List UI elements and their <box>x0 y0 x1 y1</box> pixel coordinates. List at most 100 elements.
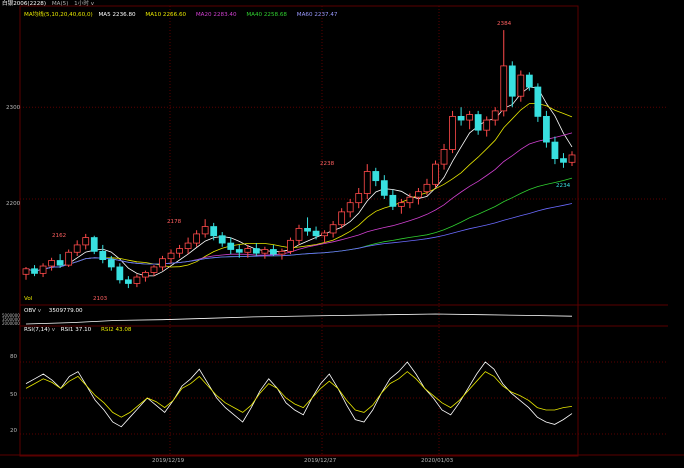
rsi-legend[interactable]: RSI(7,14) v RSI1 37.10 RSI2 43.08 <box>24 327 131 334</box>
price-axis-2200: 2200 <box>6 201 21 207</box>
candle-body <box>287 239 294 252</box>
date-label-3: 2020/01/03 <box>421 458 454 464</box>
ma5-line <box>25 86 573 277</box>
annotation-low-2234: 2234 <box>556 183 571 189</box>
candle-body <box>218 235 226 244</box>
rsi1-value: RSI1 37.10 <box>60 327 92 333</box>
candle-body <box>440 149 448 165</box>
obv-line <box>25 313 573 325</box>
candle-body <box>82 237 90 246</box>
candle-body <box>278 250 286 255</box>
rsi-label: RSI(7,14) <box>24 327 50 333</box>
annotation-high-2178: 2178 <box>167 219 182 225</box>
chevron-down-icon: v <box>37 308 41 314</box>
candle-body <box>99 250 107 261</box>
annotation-high-2238: 2238 <box>320 161 335 167</box>
ma40-line <box>25 177 573 272</box>
rsi2-value: RSI2 43.08 <box>101 327 132 333</box>
rsi-axis-50: 50 <box>10 392 18 398</box>
candle-body <box>261 249 269 254</box>
candle-body <box>270 249 277 255</box>
date-label-1: 2019/12/19 <box>152 458 185 464</box>
obv-label: OBV <box>24 308 36 314</box>
candle-body <box>116 266 124 281</box>
candle-body <box>466 114 474 121</box>
chevron-down-icon: v <box>51 327 56 333</box>
candle-body <box>176 248 183 254</box>
annotation-high-2384: 2384 <box>497 21 512 27</box>
candle-body <box>304 227 311 232</box>
candle-body <box>346 202 354 213</box>
candle-body <box>133 276 141 284</box>
candle-body <box>227 242 235 250</box>
candle-body <box>295 227 303 241</box>
rsi2-line <box>25 371 573 418</box>
candle-body <box>90 237 98 252</box>
candle-body <box>517 74 525 97</box>
ma40-value: MA40 2258.68 <box>246 12 287 18</box>
ma5-value: MA5 2236.80 <box>98 12 136 18</box>
rsi-axis-20: 20 <box>10 428 18 434</box>
symbol-selector[interactable]: 白银2006(2228) MA(5) 1小时 v <box>2 1 94 8</box>
price-axis-2300: 2300 <box>6 105 21 111</box>
candle-body <box>107 259 115 268</box>
period-label: 1小时 <box>74 1 89 7</box>
candle-body <box>48 260 55 267</box>
candle-body <box>312 230 320 237</box>
candle-body <box>397 202 405 207</box>
candle-body <box>201 226 209 235</box>
annotation-high-2162: 2162 <box>52 233 67 239</box>
ma20-value: MA20 2283.40 <box>195 12 237 18</box>
candle-body <box>372 171 380 182</box>
candle-body <box>355 193 363 204</box>
rsi-axis-80: 80 <box>10 354 18 360</box>
candle-body <box>491 110 499 121</box>
candle-body <box>543 115 550 143</box>
rsi1-line <box>25 361 573 428</box>
candle-body <box>389 194 397 207</box>
candle-body <box>124 279 132 284</box>
candle-body <box>423 183 431 193</box>
candle-body <box>560 158 567 163</box>
candle-body <box>568 154 576 163</box>
candle-body <box>534 86 542 117</box>
candle-body <box>73 244 81 253</box>
candle-body <box>474 114 482 131</box>
obv-value: 3509779.00 <box>48 308 83 314</box>
chart-canvas[interactable] <box>0 0 684 468</box>
candle-body <box>159 258 166 268</box>
candle-body <box>329 224 337 234</box>
candle-body <box>167 252 175 260</box>
candle-body <box>31 268 38 274</box>
candle-body <box>483 119 491 131</box>
candle-body <box>457 115 465 121</box>
candle-body <box>65 251 73 266</box>
candle-body <box>321 232 328 237</box>
candle-body <box>22 268 30 275</box>
chevron-down-icon: v <box>90 1 95 7</box>
ma60-value: MA60 2237.47 <box>296 12 338 18</box>
obv-axis-bot: 2000000 <box>2 321 20 326</box>
candle-body <box>244 248 252 253</box>
candle-body <box>338 211 346 226</box>
candle-body <box>449 115 456 150</box>
candle-body <box>142 272 149 278</box>
candle-body <box>500 65 508 112</box>
candle-body <box>252 248 260 254</box>
candle-body <box>56 260 64 266</box>
ma-legend[interactable]: MA均线(5,10,20,40,60,0) MA5 2236.80 MA10 2… <box>24 12 337 19</box>
ma10-line <box>25 103 573 272</box>
candle-body <box>150 266 158 273</box>
indicator-label: MA(5) <box>51 1 69 7</box>
candle-body <box>184 242 192 249</box>
ma-legend-title: MA均线(5,10,20,40,60,0) <box>24 12 93 18</box>
volume-label: Vol <box>24 296 33 302</box>
trading-chart-app: 白银2006(2228) MA(5) 1小时 v MA均线(5,10,20,40… <box>0 0 684 468</box>
candle-body <box>363 171 371 194</box>
candle-body <box>235 249 243 253</box>
ma20-line <box>25 132 573 272</box>
candle-body <box>525 74 533 88</box>
obv-legend[interactable]: OBV v 3509779.00 <box>24 308 83 315</box>
candle-body <box>432 163 439 185</box>
candle-body <box>210 226 218 237</box>
